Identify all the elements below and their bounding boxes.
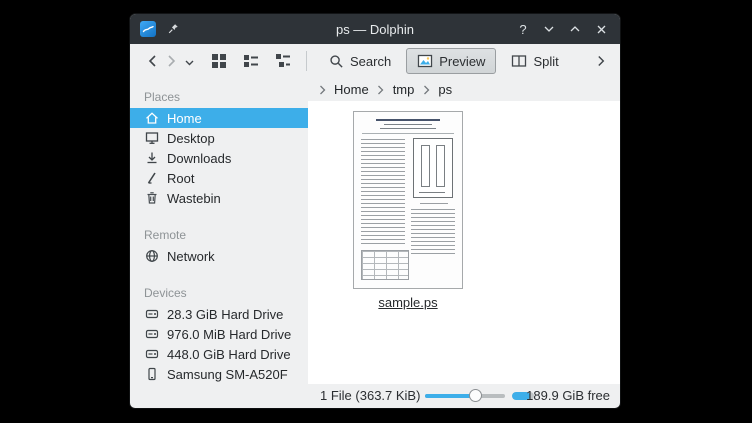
- places-section-header: Places: [130, 84, 308, 108]
- preview-button[interactable]: Preview: [406, 48, 496, 74]
- file-item[interactable]: sample.ps: [344, 111, 472, 312]
- sidebar-item-drive-2[interactable]: 976.0 MiB Hard Drive: [130, 324, 308, 344]
- file-thumbnail-postscript[interactable]: [353, 111, 463, 289]
- sidebar-item-label: 448.0 GiB Hard Drive: [167, 347, 291, 362]
- dolphin-app-icon: [140, 21, 156, 37]
- sidebar-item-label: Wastebin: [167, 191, 221, 206]
- download-icon: [144, 150, 160, 166]
- file-count-label: 1 File (363.7 KiB): [320, 388, 420, 403]
- icons-view-button[interactable]: [206, 48, 232, 74]
- sidebar-item-label: 976.0 MiB Hard Drive: [167, 327, 291, 342]
- chevron-right-icon[interactable]: [318, 82, 326, 98]
- sidebar-item-root[interactable]: Root: [130, 168, 308, 188]
- zoom-slider-handle[interactable]: [469, 389, 482, 402]
- preview-label: Preview: [439, 54, 485, 69]
- help-button[interactable]: ?: [514, 20, 532, 38]
- sidebar-item-downloads[interactable]: Downloads: [130, 148, 308, 168]
- split-button[interactable]: Split: [500, 48, 569, 74]
- chevron-right-icon: [422, 82, 430, 98]
- sidebar-item-network[interactable]: Network: [130, 246, 308, 266]
- statusbar: 1 File (363.7 KiB) 189.9 GiB free: [130, 384, 620, 408]
- sidebar-item-wastebin[interactable]: Wastebin: [130, 188, 308, 208]
- free-space-label: 189.9 GiB free: [526, 388, 610, 403]
- desktop-icon: [144, 130, 160, 146]
- home-icon: [144, 110, 160, 126]
- search-button[interactable]: Search: [317, 48, 402, 74]
- sidebar-item-phone[interactable]: Samsung SM-A520F: [130, 364, 308, 384]
- hard-drive-icon: [144, 346, 160, 362]
- breadcrumb-item-tmp[interactable]: tmp: [392, 82, 416, 97]
- sidebar-item-drive-1[interactable]: 28.3 GiB Hard Drive: [130, 304, 308, 324]
- history-dropdown-icon[interactable]: [182, 49, 196, 73]
- sidebar-item-drive-3[interactable]: 448.0 GiB Hard Drive: [130, 344, 308, 364]
- sidebar-item-desktop[interactable]: Desktop: [130, 128, 308, 148]
- sidebar-item-label: Downloads: [167, 151, 231, 166]
- forward-button[interactable]: [162, 49, 182, 73]
- minimize-button[interactable]: [540, 20, 558, 38]
- sidebar-item-label: Root: [167, 171, 194, 186]
- zoom-slider[interactable]: [425, 394, 505, 398]
- breadcrumb-item-home[interactable]: Home: [333, 82, 370, 97]
- dolphin-window: ps — Dolphin ?: [130, 14, 620, 408]
- sidebar-item-label: Network: [167, 249, 215, 264]
- split-icon: [511, 53, 527, 69]
- pin-icon[interactable]: [165, 21, 181, 37]
- search-icon: [328, 53, 344, 69]
- titlebar[interactable]: ps — Dolphin ?: [130, 14, 620, 44]
- devices-section-header: Devices: [130, 280, 308, 304]
- toolbar-separator: [306, 51, 307, 71]
- split-label: Split: [533, 54, 558, 69]
- places-panel: Places Home Desktop Downloads: [130, 78, 308, 384]
- details-view-button[interactable]: [270, 48, 296, 74]
- toolbar-overflow-icon[interactable]: [592, 49, 610, 73]
- chevron-right-icon: [377, 82, 385, 98]
- compact-view-button[interactable]: [238, 48, 264, 74]
- back-button[interactable]: [142, 49, 162, 73]
- remote-section-header: Remote: [130, 222, 308, 246]
- sidebar-item-label: Samsung SM-A520F: [167, 367, 288, 382]
- sidebar-item-home[interactable]: Home: [130, 108, 308, 128]
- preview-icon: [417, 53, 433, 69]
- hard-drive-icon: [144, 306, 160, 322]
- breadcrumb: Home tmp ps: [308, 78, 620, 101]
- close-button[interactable]: [592, 20, 610, 38]
- smartphone-icon: [144, 366, 160, 382]
- sidebar-item-label: Home: [167, 111, 202, 126]
- sidebar-item-label: Desktop: [167, 131, 215, 146]
- search-label: Search: [350, 54, 391, 69]
- root-icon: [144, 170, 160, 186]
- zoom-slider-fill: [425, 394, 475, 398]
- network-icon: [144, 248, 160, 264]
- breadcrumb-item-ps[interactable]: ps: [437, 82, 453, 97]
- file-name-label[interactable]: sample.ps: [378, 295, 437, 310]
- folder-view[interactable]: sample.ps: [308, 101, 620, 384]
- hard-drive-icon: [144, 326, 160, 342]
- sidebar-item-label: 28.3 GiB Hard Drive: [167, 307, 283, 322]
- trash-icon: [144, 190, 160, 206]
- maximize-button[interactable]: [566, 20, 584, 38]
- main-toolbar: Search Preview Split: [130, 44, 620, 78]
